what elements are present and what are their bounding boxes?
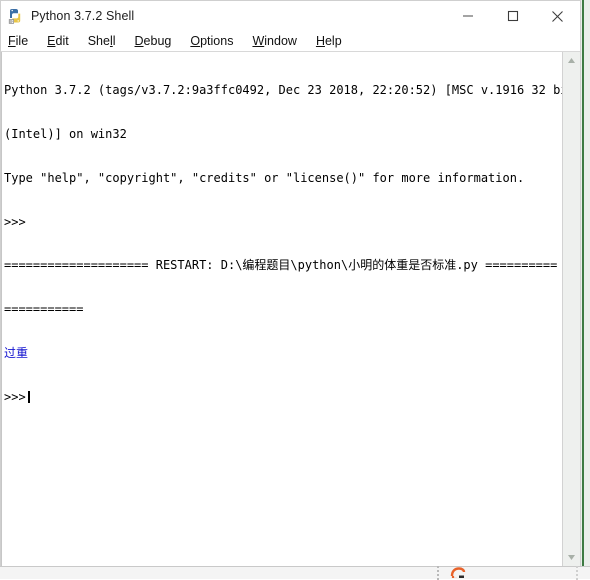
menu-label-rest: indow: [264, 34, 297, 48]
console-output-line: 过重: [4, 345, 29, 360]
menu-label-rest: ptions: [200, 34, 234, 48]
menu-item-options[interactable]: Options: [190, 33, 242, 49]
menu-item-window[interactable]: Window: [252, 33, 305, 49]
console-area: Python 3.7.2 (tags/v3.7.2:9a3ffc0492, De…: [1, 52, 580, 566]
close-button[interactable]: [535, 1, 580, 31]
maximize-button[interactable]: [490, 1, 535, 31]
scroll-down-arrow-icon[interactable]: [563, 549, 580, 566]
prompt-text: >>>: [4, 389, 26, 404]
window-title: Python 3.7.2 Shell: [31, 9, 135, 23]
scrollbar-track[interactable]: [563, 69, 580, 549]
scroll-up-arrow-icon[interactable]: [563, 52, 580, 69]
desktop-edge-accent: [582, 0, 584, 578]
menu-item-file[interactable]: File: [8, 33, 37, 49]
taskbar-grip-right: [576, 566, 579, 580]
minimize-button[interactable]: [445, 1, 490, 31]
console-line: >>>: [4, 214, 26, 229]
menu-mnemonic: E: [47, 34, 56, 48]
console-line: (Intel)] on win32: [4, 126, 127, 141]
python-idle-shell-window: Python 3.7.2 Shell File Edit Shell Debug…: [0, 0, 581, 567]
taskbar: [0, 566, 590, 579]
vertical-scrollbar[interactable]: [562, 52, 580, 566]
menu-label-rest: l: [112, 34, 116, 48]
menu-label-rest: dit: [55, 34, 69, 48]
text-caret: [27, 390, 30, 403]
menu-label-rest: ebug: [143, 34, 172, 48]
taskbar-app-icon[interactable]: [448, 566, 470, 578]
menu-item-debug[interactable]: Debug: [135, 33, 181, 49]
taskbar-grip-left: [437, 566, 440, 580]
console-line-restart-cont: ===========: [4, 302, 84, 317]
menu-bar: File Edit Shell Debug Options Window Hel…: [1, 31, 580, 52]
menu-label-rest: ile: [15, 34, 29, 48]
menu-item-help[interactable]: Help: [316, 33, 351, 49]
title-bar[interactable]: Python 3.7.2 Shell: [1, 1, 580, 31]
console-line: Python 3.7.2 (tags/v3.7.2:9a3ffc0492, De…: [4, 83, 562, 98]
console-line: Type "help", "copyright", "credits" or "…: [4, 170, 525, 185]
menu-mnemonic: F: [8, 34, 16, 48]
menu-item-shell[interactable]: Shell: [88, 33, 125, 49]
window-controls: [445, 1, 580, 31]
menu-mnemonic: O: [190, 34, 201, 48]
menu-item-edit[interactable]: Edit: [47, 33, 78, 49]
console-line-restart: ==================== RESTART: D:\编程题目\py…: [4, 258, 558, 273]
python-idle-icon: [7, 7, 25, 25]
console-active-prompt-line: >>>: [4, 390, 562, 405]
menu-mnemonic: H: [315, 34, 325, 48]
menu-mnemonic: W: [252, 34, 265, 48]
console-column: Python 3.7.2 (tags/v3.7.2:9a3ffc0492, De…: [1, 52, 562, 566]
menu-label-pre: She: [87, 34, 110, 48]
menu-mnemonic: D: [134, 34, 144, 48]
menu-label-rest: elp: [324, 34, 342, 48]
shell-text-output[interactable]: Python 3.7.2 (tags/v3.7.2:9a3ffc0492, De…: [2, 52, 562, 555]
horizontal-scrollbar[interactable]: [2, 555, 562, 566]
